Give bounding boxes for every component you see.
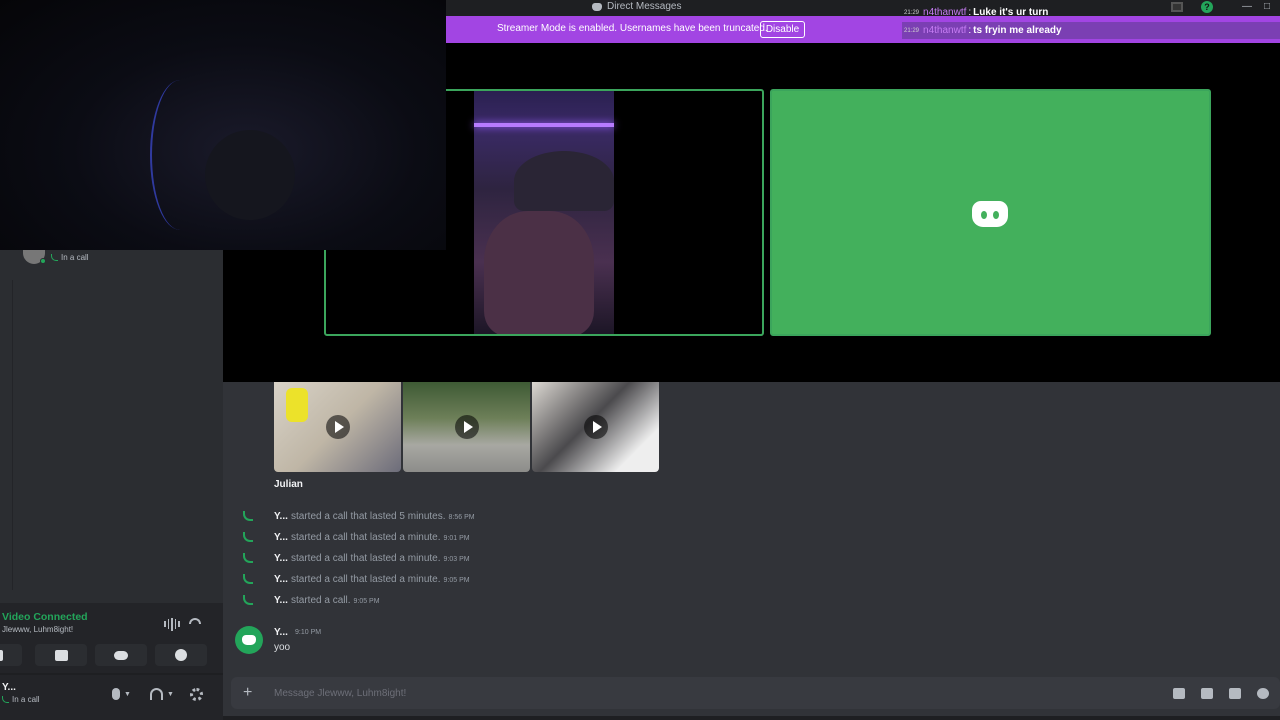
message-input-placeholder: Message Jlewww, Luhm8ight!	[274, 688, 407, 699]
play-icon[interactable]	[583, 415, 608, 439]
call-log-row: Y... started a call that lasted a minute…	[223, 527, 823, 548]
phone-icon	[243, 511, 254, 522]
noise-suppression-icon[interactable]	[164, 617, 180, 631]
gif-icon[interactable]	[1201, 688, 1213, 699]
call-log-time: 8:56 PM	[448, 514, 475, 521]
chat-username: n4thanwtf	[923, 25, 967, 36]
window-title-text: Direct Messages	[607, 1, 682, 12]
avatar[interactable]	[235, 626, 263, 654]
phone-icon	[243, 595, 254, 606]
emoji-icon[interactable]	[1257, 688, 1269, 699]
voice-call-participants: Jlewww, Luhm8ight!	[2, 625, 74, 634]
activities-button[interactable]	[95, 644, 147, 666]
call-log-user[interactable]: Y...	[274, 511, 288, 522]
phone-icon	[51, 253, 58, 261]
chat-line: 21:29 n4thanwtf : ts fryin me already	[902, 22, 1280, 39]
gift-icon[interactable]	[1173, 688, 1185, 699]
phone-icon	[2, 696, 9, 703]
stream-chat-overlay: 21:29 n4thanwtf : Luke it's ur turn 21:2…	[902, 4, 1280, 39]
dm-list-item[interactable]: In a call	[23, 250, 89, 264]
call-log-row: Y... started a call that lasted a minute…	[223, 569, 823, 590]
voice-connection-status[interactable]: Video Connected	[2, 611, 88, 623]
chat-username: n4thanwtf	[923, 7, 967, 18]
video-attachments	[274, 382, 659, 472]
call-log-row: Y... started a call. 9:05 PM	[223, 590, 823, 611]
message-list: Julian Y... started a call that lasted 5…	[223, 382, 1280, 675]
direct-messages-icon	[592, 2, 602, 11]
video-attachment[interactable]	[274, 382, 401, 472]
call-log-text: started a call that lasted a minute.	[291, 553, 441, 564]
chat-message: Luke it's ur turn	[973, 7, 1049, 18]
call-log-time: 9:05 PM	[353, 598, 380, 605]
video-attachment[interactable]	[532, 382, 659, 472]
current-user-status: In a call	[12, 695, 40, 704]
chat-message: ts fryin me already	[973, 25, 1062, 36]
voice-connected-panel: Video Connected Jlewww, Luhm8ight!	[0, 603, 223, 674]
headphones-icon	[150, 688, 163, 700]
phone-icon	[243, 553, 254, 564]
call-log-user[interactable]: Y...	[274, 532, 288, 543]
discord-window: Direct Messages ? — □ Streamer Mode is e…	[0, 0, 1280, 720]
discord-logo-icon	[972, 201, 1008, 227]
chat-timestamp: 21:29	[904, 27, 920, 34]
call-log-text: started a call that lasted 5 minutes.	[291, 511, 446, 522]
share-screen-button[interactable]	[35, 644, 87, 666]
gear-icon	[190, 687, 203, 701]
participant-camera-feed	[474, 91, 614, 334]
call-log-row: Y... started a call that lasted a minute…	[223, 548, 823, 569]
mute-button[interactable]: ▼	[112, 687, 131, 701]
phone-icon	[243, 574, 254, 585]
user-panel: Y... In a call ▼ ▼	[0, 675, 223, 720]
call-history: Y... started a call that lasted 5 minute…	[223, 506, 823, 611]
composer-area: + Message Jlewww, Luhm8ight!	[223, 675, 1280, 720]
call-log-time: 9:05 PM	[443, 577, 470, 584]
call-log-text: started a call that lasted a minute.	[291, 532, 441, 543]
message-input[interactable]: + Message Jlewww, Luhm8ight!	[231, 677, 1280, 709]
message-author[interactable]: Y...	[274, 627, 288, 638]
video-tile-no-camera[interactable]	[770, 89, 1211, 336]
message-timestamp: 9:10 PM	[295, 629, 322, 636]
call-log-row: Y... started a call that lasted 5 minute…	[223, 506, 823, 527]
call-log-time: 9:03 PM	[443, 556, 470, 563]
dm-call-status: In a call	[61, 252, 89, 262]
chat-line: 21:29 n4thanwtf : Luke it's ur turn	[904, 7, 1049, 18]
play-icon[interactable]	[454, 415, 479, 439]
message-text: yoo	[274, 642, 291, 653]
sticker-icon[interactable]	[1229, 688, 1241, 699]
soundboard-icon	[175, 649, 187, 661]
attachment-sender-name[interactable]: Julian	[274, 479, 303, 490]
camera-icon	[0, 649, 3, 661]
screen-share-icon	[54, 649, 68, 661]
call-log-user[interactable]: Y...	[274, 595, 288, 606]
online-status-icon	[40, 258, 46, 264]
microphone-icon	[112, 688, 120, 700]
current-username[interactable]: Y...	[2, 682, 16, 693]
disable-streamer-mode-button[interactable]: Disable	[760, 21, 805, 38]
controller-icon	[114, 650, 128, 660]
chat-timestamp: 21:29	[904, 9, 920, 16]
deafen-button[interactable]: ▼	[150, 687, 174, 701]
streamer-webcam-overlay	[0, 0, 446, 250]
call-log-user[interactable]: Y...	[274, 553, 288, 564]
video-attachment[interactable]	[403, 382, 530, 472]
call-log-text: started a call.	[291, 595, 351, 606]
chevron-down-icon[interactable]: ▼	[124, 691, 131, 698]
play-icon[interactable]	[325, 415, 350, 439]
add-attachment-icon[interactable]: +	[243, 685, 252, 701]
disconnect-icon[interactable]	[189, 618, 205, 628]
call-log-text: started a call that lasted a minute.	[291, 574, 441, 585]
avatar	[23, 250, 46, 264]
user-settings-button[interactable]	[190, 687, 203, 701]
dm-sidebar: In a call	[0, 250, 223, 603]
streamer-mode-message: Streamer Mode is enabled. Usernames have…	[497, 23, 768, 34]
window-title: Direct Messages	[592, 0, 681, 13]
phone-icon	[243, 532, 254, 543]
chevron-down-icon[interactable]: ▼	[167, 691, 174, 698]
soundboard-button[interactable]	[155, 644, 207, 666]
camera-button[interactable]	[0, 644, 22, 666]
call-log-time: 9:01 PM	[443, 535, 470, 542]
call-log-user[interactable]: Y...	[274, 574, 288, 585]
